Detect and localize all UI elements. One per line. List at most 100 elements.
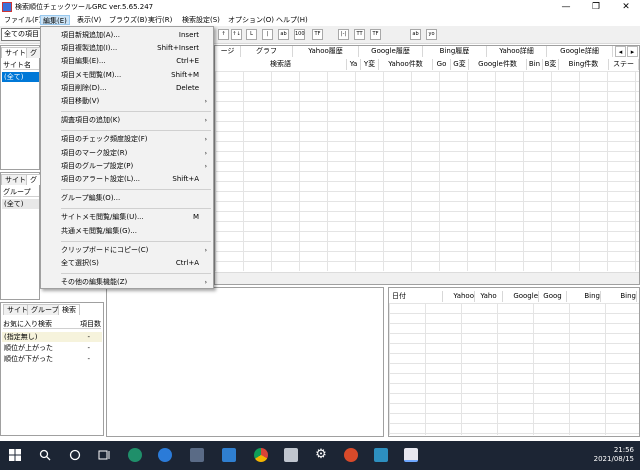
col-google-count[interactable]: Google件数 [469, 59, 527, 70]
col-bing-2[interactable]: Bing [601, 291, 637, 302]
col-yahoo-change[interactable]: Y変 [361, 59, 379, 70]
edit-menu-item-shortcut: Ctrl+A [175, 259, 199, 267]
col-keyword[interactable]: 検索語 [215, 59, 347, 70]
search-row[interactable]: 順位が上がった - [2, 343, 102, 353]
search-row[interactable]: (指定無し) - [2, 332, 102, 342]
menu-options[interactable]: オプション(O) [226, 15, 276, 25]
tab-group[interactable]: グル [26, 174, 41, 195]
col-bing-count[interactable]: Bing件数 [559, 59, 609, 70]
tab-search[interactable]: 検索 [58, 304, 80, 315]
tab-graph[interactable]: グラフ [241, 46, 293, 57]
search-icon[interactable] [38, 448, 52, 462]
site-row[interactable]: (全て) [2, 72, 39, 82]
col-bing-rank[interactable]: Bin [527, 59, 543, 70]
edit-menu-item[interactable]: その他の編集機能(Z) › [41, 276, 213, 289]
minimize-button[interactable]: — [552, 0, 580, 14]
col-bing[interactable]: Bing [567, 291, 601, 302]
edit-menu-item[interactable]: 項目複製追加(I)... Shift+Insert [41, 42, 213, 55]
tab-yahoo-detail[interactable]: Yahoo詳細 [487, 46, 547, 57]
col-yahoo-count[interactable]: Yahoo件数 [379, 59, 433, 70]
edit-menu-item[interactable]: 項目のチェック頻度設定(F) › [41, 133, 213, 146]
toolbar-button[interactable]: TF [312, 29, 323, 40]
col-yahoo[interactable]: Yahoo [443, 291, 475, 302]
toolbar-button[interactable]: ↑ [218, 29, 229, 40]
toolbar-button[interactable]: |-| [338, 29, 349, 40]
app-icon[interactable] [344, 448, 358, 462]
tab-scroll-left-button[interactable]: ◂ [615, 46, 626, 57]
menu-view[interactable]: 表示(V) [75, 15, 103, 25]
col-status[interactable]: ステー [609, 59, 639, 70]
edit-menu-item[interactable]: クリップボードにコピー(C) › [41, 244, 213, 257]
col-google-change[interactable]: G変 [451, 59, 469, 70]
search-row[interactable]: 順位が下がった - [2, 354, 102, 364]
chrome-icon[interactable] [254, 448, 268, 462]
horizontal-scrollbar[interactable] [215, 272, 639, 284]
store-icon[interactable] [190, 448, 204, 462]
grc-icon[interactable] [404, 448, 418, 462]
edit-menu-item-label: 項目のチェック頻度設定(F) [61, 135, 148, 144]
tab-google-detail[interactable]: Google詳細 [547, 46, 613, 57]
col-bing-change[interactable]: B変 [543, 59, 559, 70]
menu-browse[interactable]: ブラウズ(B) [107, 15, 149, 25]
edit-menu-item[interactable]: 項目のマーク設定(R) › [41, 147, 213, 160]
edge-icon[interactable] [128, 448, 142, 462]
col-date[interactable]: 日付 [389, 291, 443, 302]
group-row[interactable]: (全て) [2, 199, 39, 209]
task-view-icon[interactable] [97, 448, 111, 462]
settings-icon[interactable]: ⚙ [314, 448, 328, 462]
menu-run[interactable]: 実行(R) [146, 15, 174, 25]
cortana-icon[interactable] [68, 448, 82, 462]
edit-menu-item[interactable]: 全て選択(S) Ctrl+A [41, 257, 213, 270]
site-name-header: サイト名 [3, 60, 39, 70]
col-google-2[interactable]: Goog [539, 291, 567, 302]
edit-menu-item[interactable]: 項目のグループ設定(P) › [41, 160, 213, 173]
toolbar-button[interactable]: ab [278, 29, 289, 40]
edit-menu-item[interactable]: 共通メモ閲覧/編集(G)... [41, 225, 213, 238]
toolbar-button[interactable]: | [262, 29, 273, 40]
edit-menu-item[interactable]: 調査項目の追加(K) › [41, 114, 213, 127]
edit-menu-item[interactable]: グループ編集(O)... [41, 192, 213, 205]
tab-scroll-right-button[interactable]: ▸ [627, 46, 638, 57]
toolbar-button[interactable]: 100 [294, 29, 305, 40]
toolbar-button[interactable]: TF [370, 29, 381, 40]
edit-menu-item-label: 項目編集(E)... [61, 57, 106, 66]
col-yahoo-2[interactable]: Yaho [475, 291, 503, 302]
app-icon[interactable] [284, 448, 298, 462]
toolbar-button[interactable]: TT [354, 29, 365, 40]
edit-menu-item-shortcut: Delete [176, 83, 199, 92]
edit-menu-item[interactable]: 項目削除(D)... Delete [41, 82, 213, 95]
tab-bing-history[interactable]: Bing履歴 [423, 46, 487, 57]
item-filter-combo[interactable]: 全ての項目 [1, 28, 41, 41]
toolbar-button[interactable]: ab [410, 29, 421, 40]
edit-menu-item[interactable]: 項目編集(E)... Ctrl+E [41, 55, 213, 68]
edit-menu-item[interactable]: サイトメモ閲覧/編集(U)... M [41, 211, 213, 224]
col-google[interactable]: Google [503, 291, 539, 302]
page-tab[interactable]: ージ [215, 46, 241, 57]
clock[interactable]: 21:56 2021/08/15 [594, 446, 634, 464]
edit-menu-item[interactable]: 項目新規追加(A)... Insert [41, 29, 213, 42]
menu-edit[interactable]: 編集(E) [40, 15, 70, 25]
close-button[interactable]: ✕ [612, 0, 640, 14]
toolbar-button[interactable]: yo [426, 29, 437, 40]
chart-icon[interactable] [374, 448, 388, 462]
edit-menu-item-label: 項目複製追加(I)... [61, 44, 118, 53]
menu-help[interactable]: ヘルプ(H) [274, 15, 310, 25]
maximize-button[interactable]: ❐ [582, 0, 610, 14]
windows-icon[interactable] [8, 448, 22, 462]
edit-menu-item[interactable]: 項目のアラート設定(L)... Shift+A [41, 173, 213, 186]
toolbar-button[interactable]: L [246, 29, 257, 40]
menu-file[interactable]: ファイル(F) [2, 15, 44, 25]
edit-menu-item[interactable]: 項目メモ閲覧(M)... Shift+M [41, 69, 213, 82]
tab-group[interactable]: グル [26, 47, 41, 68]
tab-yahoo-history[interactable]: Yahoo履歴 [293, 46, 359, 57]
edit-menu-item-shortcut: Ctrl+E [176, 57, 199, 66]
mail-icon[interactable] [222, 448, 236, 462]
edge-icon[interactable] [158, 448, 172, 462]
tab-google-history[interactable]: Google履歴 [359, 46, 423, 57]
clock-date: 2021/08/15 [593, 455, 634, 463]
edit-menu-item[interactable]: 項目移動(V) › [41, 95, 213, 108]
col-yahoo-rank[interactable]: Ya [347, 59, 361, 70]
col-google-rank[interactable]: Go [433, 59, 451, 70]
toolbar-button[interactable]: ↑↓ [231, 29, 242, 40]
menu-search-settings[interactable]: 検索設定(S) [180, 15, 222, 25]
